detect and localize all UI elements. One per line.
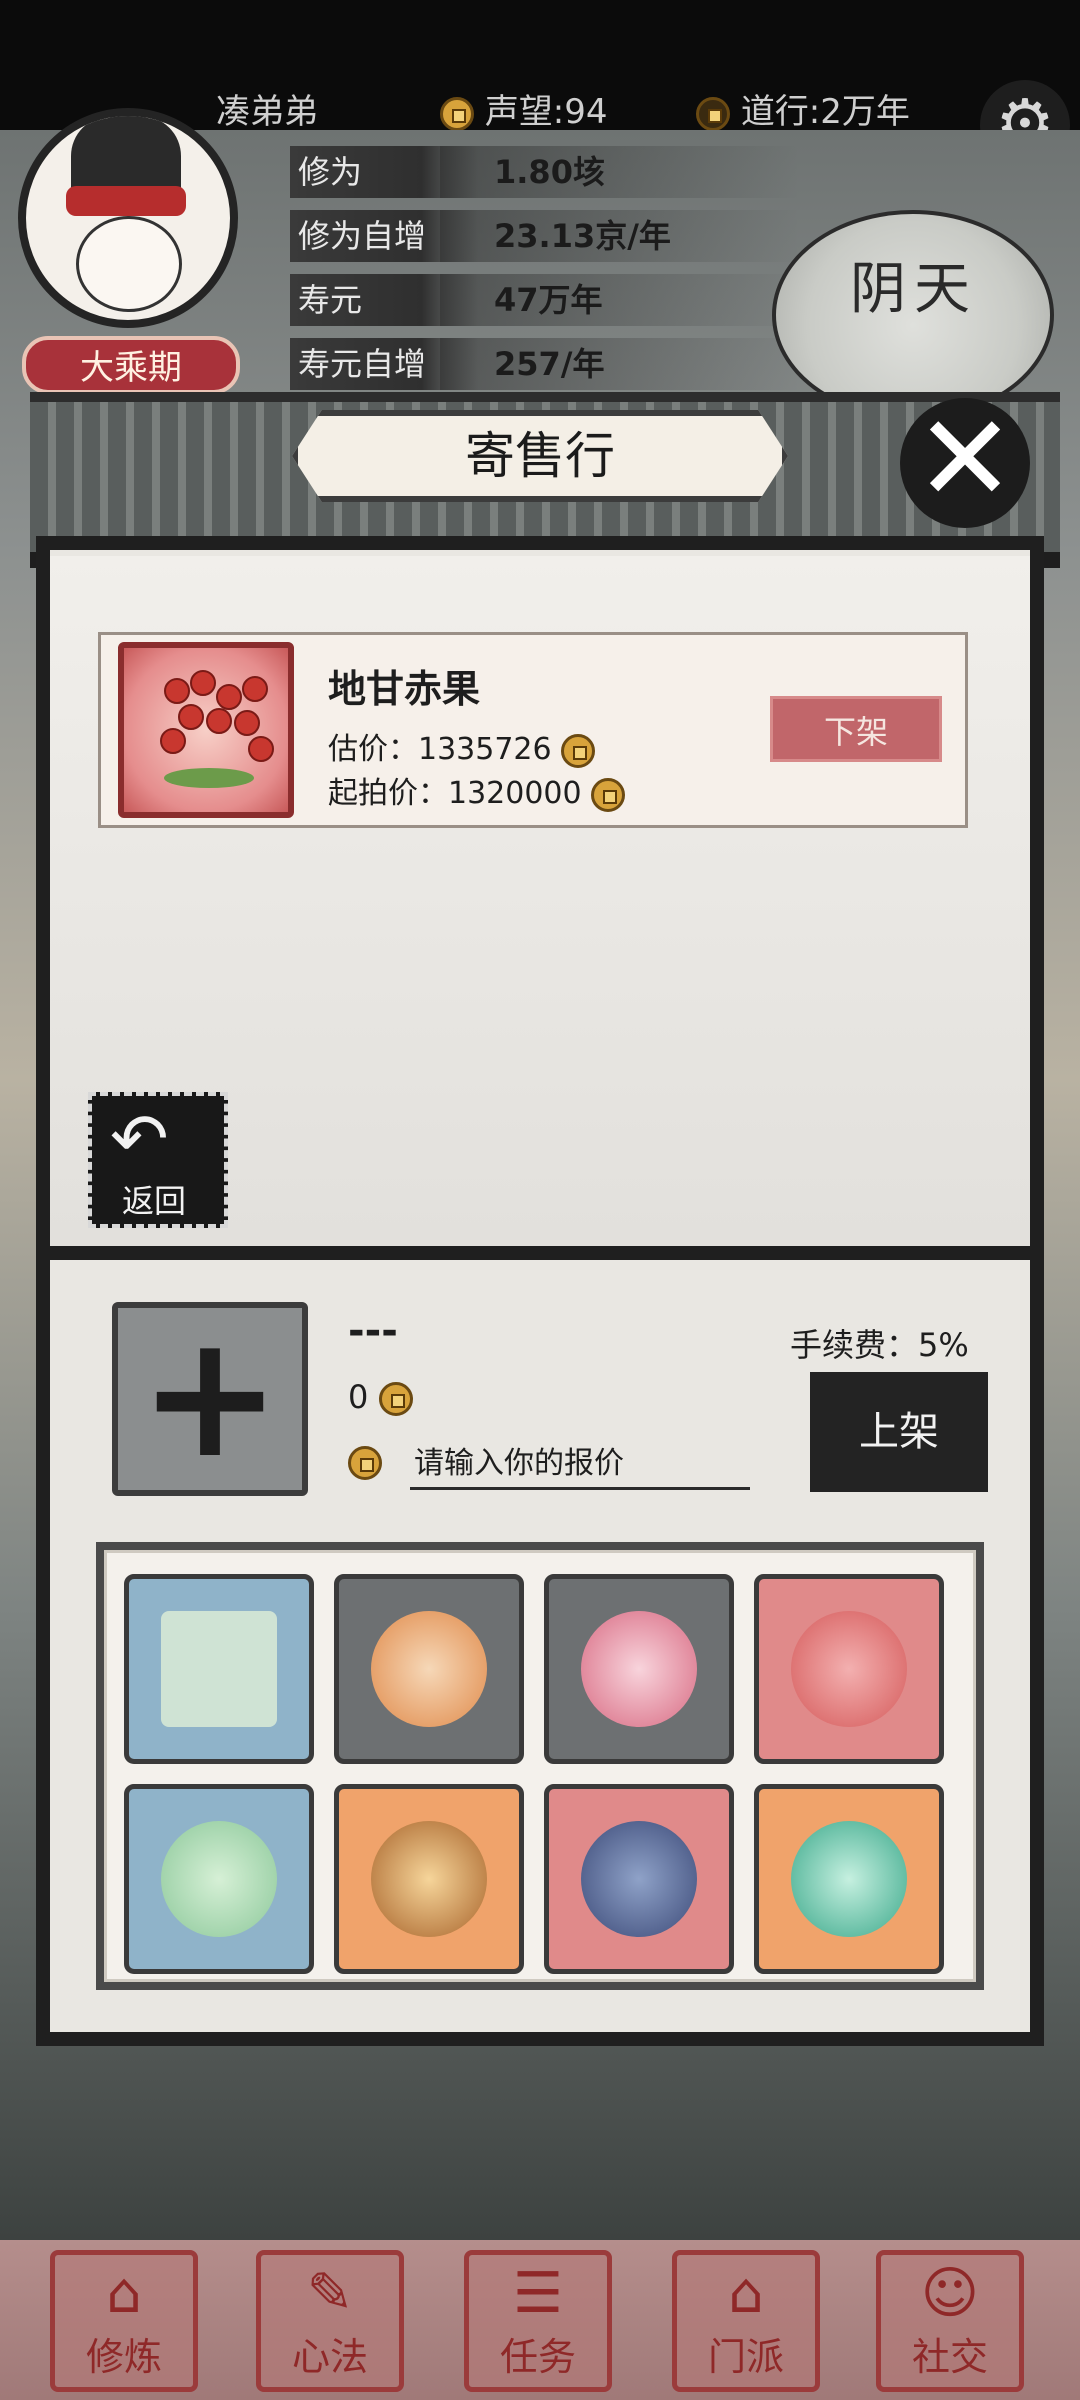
inventory-slot[interactable] <box>754 1574 944 1764</box>
price-input[interactable] <box>410 1440 750 1490</box>
nav-tasks[interactable]: ☰ 任务 <box>464 2250 612 2392</box>
stat-label-cultivation: 修为 <box>290 146 478 198</box>
inventory-slot[interactable] <box>334 1574 524 1764</box>
list-item-button[interactable]: 上架 <box>810 1372 988 1492</box>
panel-divider <box>40 1246 1040 1260</box>
copper-coin-icon <box>591 777 626 812</box>
listing-start-price-text: 起拍价：1320000 <box>328 776 582 811</box>
daoxing-stat: 道行:2万年 <box>696 84 910 133</box>
listing-item-name: 地甘赤果 <box>328 667 481 711</box>
sell-estimate: 0 <box>348 1378 413 1416</box>
reputation-text: 声望:94 <box>484 92 608 132</box>
stat-value-cultivation: 1.80垓 <box>494 153 605 191</box>
inventory-slot[interactable] <box>544 1784 734 1974</box>
red-berry-herb-icon <box>118 642 294 818</box>
yin-yang-icon <box>696 96 730 131</box>
stat-label-lifespan: 寿元 <box>290 274 478 326</box>
player-name: 凑弟弟 <box>216 92 318 132</box>
nav-sect-label: 门派 <box>707 2335 784 2379</box>
nav-sect[interactable]: ⌂ 门派 <box>672 2250 820 2392</box>
scroll-icon <box>161 1611 277 1727</box>
jade-ruyi-scepter-icon <box>161 1821 277 1937</box>
task-scroll-icon: ☰ <box>512 2261 564 2326</box>
realm-badge: 大乘期 <box>22 336 240 394</box>
price-coin-icon <box>348 1446 382 1480</box>
stat-label-cultivation-rate: 修为自增 <box>290 210 478 262</box>
dialog-title: 寄售行 <box>465 427 615 485</box>
cultivate-icon: ⌂ <box>106 2261 142 2326</box>
fee-label: 手续费：5% <box>790 1326 969 1364</box>
nav-mind-method[interactable]: ✎ 心法 <box>256 2250 404 2392</box>
nav-tasks-label: 任务 <box>499 2335 576 2379</box>
book-icon: ✎ <box>306 2261 354 2326</box>
back-arrow-icon: ↶ <box>110 1098 169 1180</box>
nav-social[interactable]: ☺ 社交 <box>876 2250 1024 2392</box>
listing-estimate-text: 估价：1335726 <box>328 732 552 767</box>
orange-swirl-orb-icon <box>371 1611 487 1727</box>
inventory-slot[interactable] <box>124 1784 314 1974</box>
pink-swirl-orb-icon <box>581 1611 697 1727</box>
weather-indicator: 阴天 <box>772 210 1054 420</box>
copper-coin-icon <box>378 1382 413 1416</box>
weather-text: 阴天 <box>850 257 978 322</box>
sell-estimate-value: 0 <box>348 1378 369 1416</box>
inventory-slot[interactable] <box>124 1574 314 1764</box>
stat-value-lifespan: 47万年 <box>494 281 603 319</box>
back-label: 返回 <box>122 1182 187 1220</box>
inventory-slot[interactable] <box>334 1784 524 1974</box>
nav-cultivate-label: 修炼 <box>85 2335 162 2379</box>
listing-start-price: 起拍价：1320000 <box>328 768 626 812</box>
sell-item-name: --- <box>348 1308 398 1354</box>
stat-value-lifespan-rate: 257/年 <box>494 345 605 383</box>
nav-mind-method-label: 心法 <box>291 2335 368 2379</box>
reputation-stat: 声望:94 <box>440 84 608 133</box>
nav-cultivate[interactable]: ⌂ 修炼 <box>50 2250 198 2392</box>
sect-pavilion-icon: ⌂ <box>728 2261 764 2326</box>
listing-estimate: 估价：1335726 <box>328 724 596 768</box>
jade-dragon-icon <box>791 1821 907 1937</box>
social-people-icon: ☺ <box>920 2261 980 2326</box>
inventory-slot[interactable] <box>754 1784 944 1974</box>
red-flower-herb-icon <box>791 1611 907 1727</box>
plus-icon: + <box>138 1298 282 1496</box>
stat-value-cultivation-rate: 23.13京/年 <box>494 217 671 255</box>
stat-label-lifespan-rate: 寿元自增 <box>290 338 478 390</box>
nav-social-label: 社交 <box>911 2335 988 2379</box>
inventory-slot[interactable] <box>544 1574 734 1764</box>
daoxing-text: 道行:2万年 <box>740 92 910 132</box>
blue-incense-burner-icon <box>581 1821 697 1937</box>
reputation-coin-icon <box>440 96 474 131</box>
copper-coin-icon <box>561 733 596 768</box>
player-avatar[interactable] <box>18 108 238 328</box>
remove-listing-button[interactable]: 下架 <box>770 696 942 762</box>
bronze-lantern-icon <box>371 1821 487 1937</box>
close-icon[interactable]: ✕ <box>900 398 1030 528</box>
